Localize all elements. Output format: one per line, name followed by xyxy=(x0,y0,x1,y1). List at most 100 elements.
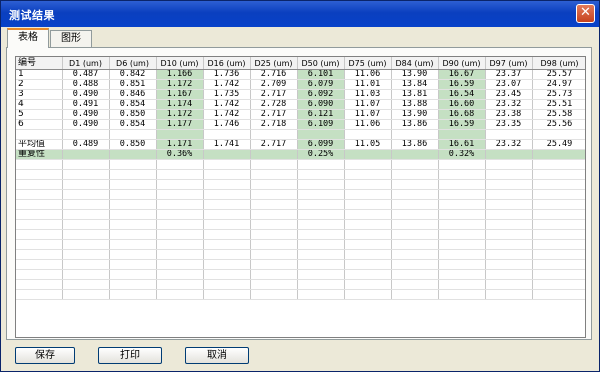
cell: 0.846 xyxy=(109,89,157,100)
results-grid[interactable]: 编号 D1 (um) D6 (um) D10 (um) D16 (um) D25 (um)… xyxy=(15,56,586,338)
row-label: 1 xyxy=(16,69,63,80)
row-label: 3 xyxy=(16,89,63,100)
row-label xyxy=(16,199,63,210)
table-body: 编号 D1 (um) D6 (um) D10 (um) D16 (um) D25 (um)… xyxy=(16,57,585,300)
cell: 25.56 xyxy=(532,119,585,130)
cell xyxy=(344,279,392,290)
cell xyxy=(109,169,157,180)
cell xyxy=(438,229,486,240)
cell xyxy=(156,259,204,270)
cell xyxy=(297,169,345,180)
cell xyxy=(297,209,345,220)
empty-row[interactable] xyxy=(16,199,585,210)
cell xyxy=(203,169,251,180)
cell: 0.36% xyxy=(156,149,204,160)
cell xyxy=(344,269,392,280)
cell: 0.850 xyxy=(109,109,157,120)
cell: 2.728 xyxy=(250,99,298,110)
cell xyxy=(297,129,345,140)
cell: 25.57 xyxy=(532,69,585,80)
print-button[interactable]: 打印 xyxy=(98,347,162,364)
tab-graph[interactable]: 图形 xyxy=(50,30,92,47)
row-label xyxy=(16,169,63,180)
row-label xyxy=(16,219,63,230)
cell: 6.099 xyxy=(297,139,345,150)
cell xyxy=(532,239,585,250)
table-row[interactable]: 5 0.490 0.850 1.172 1.742 2.717 6.121 11.07 13.9… xyxy=(16,109,585,120)
table-row[interactable]: 1 0.487 0.842 1.166 1.736 2.716 6.101 11.06 13.9… xyxy=(16,69,585,80)
empty-row[interactable] xyxy=(16,159,585,170)
cell xyxy=(109,209,157,220)
cell xyxy=(62,209,110,220)
cell: 25.58 xyxy=(532,109,585,120)
table-row[interactable]: 2 0.488 0.851 1.172 1.742 2.709 6.079 11.01 13.8… xyxy=(16,79,585,90)
cell xyxy=(297,239,345,250)
cell: D6 (um) xyxy=(109,57,157,70)
cell: 25.73 xyxy=(532,89,585,100)
cell xyxy=(203,159,251,170)
cell xyxy=(156,289,204,300)
cell: 23.45 xyxy=(485,89,533,100)
empty-row[interactable] xyxy=(16,189,585,200)
cell: 1.166 xyxy=(156,69,204,80)
close-button[interactable]: ✕ xyxy=(576,4,595,23)
empty-row[interactable] xyxy=(16,289,585,300)
cell: 1.172 xyxy=(156,79,204,90)
empty-row[interactable] xyxy=(16,249,585,260)
cell xyxy=(485,289,533,300)
cell: 0.490 xyxy=(62,119,110,130)
cell: 1.742 xyxy=(203,99,251,110)
cell xyxy=(250,249,298,260)
table-row[interactable]: 4 0.491 0.854 1.174 1.742 2.728 6.090 11.07 13.8… xyxy=(16,99,585,110)
title-bar[interactable]: 测试结果 ✕ xyxy=(1,1,599,27)
cell: 0.854 xyxy=(109,99,157,110)
empty-row[interactable] xyxy=(16,239,585,250)
cell: 16.68 xyxy=(438,109,486,120)
cell: 1.746 xyxy=(203,119,251,130)
repeatability-row[interactable]: 重复性 0.36% 0.25% 0.32% xyxy=(16,149,585,160)
cell xyxy=(109,219,157,230)
empty-row[interactable] xyxy=(16,219,585,230)
cell xyxy=(250,189,298,200)
cell xyxy=(391,269,439,280)
row-label xyxy=(16,189,63,200)
cell xyxy=(62,219,110,230)
tab-table[interactable]: 表格 xyxy=(7,28,49,48)
empty-row[interactable] xyxy=(16,169,585,180)
cell xyxy=(485,259,533,270)
cancel-button[interactable]: 取消 xyxy=(185,347,249,364)
cell xyxy=(109,229,157,240)
empty-row[interactable] xyxy=(16,269,585,280)
empty-row[interactable] xyxy=(16,129,585,140)
empty-row[interactable] xyxy=(16,229,585,240)
cell xyxy=(297,229,345,240)
cell xyxy=(391,259,439,270)
cell: 23.32 xyxy=(485,99,533,110)
empty-row[interactable] xyxy=(16,259,585,270)
cell: 0.25% xyxy=(297,149,345,160)
cell xyxy=(297,189,345,200)
cell xyxy=(438,269,486,280)
cell: 2.717 xyxy=(250,109,298,120)
table-header-row[interactable]: 编号 D1 (um) D6 (um) D10 (um) D16 (um) D25 (um)… xyxy=(16,57,585,70)
cell xyxy=(62,159,110,170)
cell xyxy=(485,229,533,240)
empty-row[interactable] xyxy=(16,179,585,190)
empty-row[interactable] xyxy=(16,209,585,220)
cell: 11.06 xyxy=(344,119,392,130)
cell xyxy=(109,159,157,170)
cell: 2.717 xyxy=(250,89,298,100)
cell xyxy=(109,239,157,250)
cell xyxy=(250,209,298,220)
table-row[interactable]: 6 0.490 0.854 1.177 1.746 2.718 6.109 11.06 13.8… xyxy=(16,119,585,130)
average-row[interactable]: 平均值 0.489 0.850 1.171 1.741 2.717 6.099 11.05 13… xyxy=(16,139,585,150)
cell xyxy=(250,199,298,210)
cell xyxy=(344,189,392,200)
cell xyxy=(391,239,439,250)
empty-row[interactable] xyxy=(16,279,585,290)
table-row[interactable]: 3 0.490 0.846 1.167 1.735 2.717 6.092 11.03 13.8… xyxy=(16,89,585,100)
save-button[interactable]: 保存 xyxy=(15,347,75,364)
tab-panel: 编号 D1 (um) D6 (um) D10 (um) D16 (um) D25 (um)… xyxy=(6,47,592,340)
cell xyxy=(250,129,298,140)
cell xyxy=(297,219,345,230)
